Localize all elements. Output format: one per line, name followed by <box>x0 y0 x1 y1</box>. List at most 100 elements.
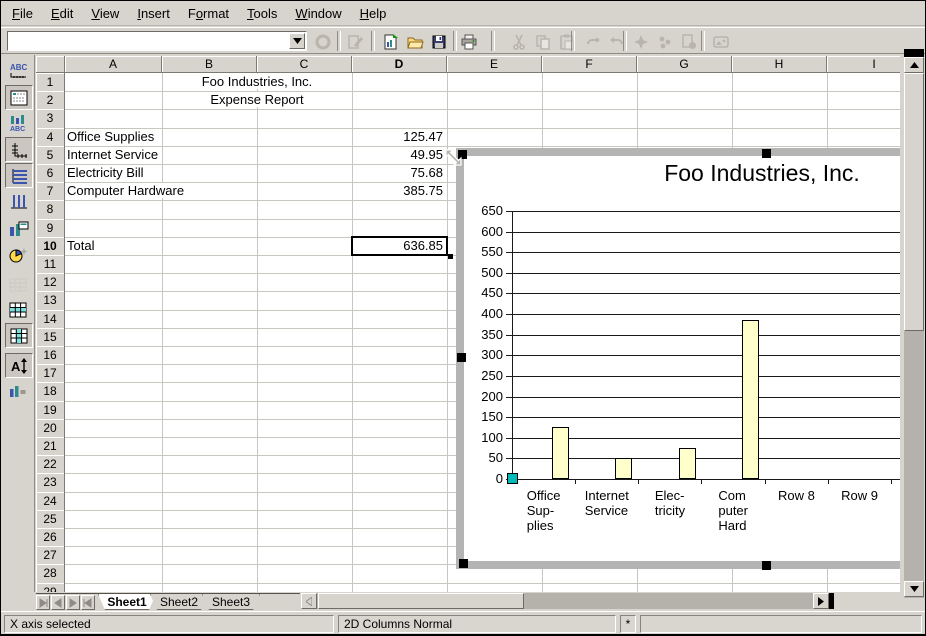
sheet-tab-sheet2[interactable]: Sheet2 <box>150 594 208 610</box>
tab-last-button[interactable] <box>81 595 95 610</box>
menu-file[interactable]: File <box>3 3 42 24</box>
vertical-grid-on-off-button[interactable] <box>5 189 31 212</box>
vertical-split-handle[interactable] <box>904 49 924 57</box>
vertical-scrollbar-thumb[interactable] <box>904 73 924 331</box>
cell-A10[interactable]: Total <box>65 237 162 255</box>
chart-frame-handle[interactable] <box>762 149 771 158</box>
row-header-20[interactable]: 20 <box>36 419 65 438</box>
row-header-17[interactable]: 17 <box>36 364 65 383</box>
row-header-29[interactable]: 29 <box>36 583 65 592</box>
autoformat-chart-button[interactable] <box>5 243 31 266</box>
column-header-H[interactable]: H <box>732 56 827 73</box>
scale-text-button[interactable]: A <box>5 353 33 378</box>
axes-titles-on-off-button[interactable]: ABC <box>5 111 31 134</box>
open-icon[interactable] <box>405 32 425 51</box>
row-header-3[interactable]: 3 <box>36 109 65 128</box>
edit-chart-type-button[interactable] <box>5 217 31 240</box>
row-header-2[interactable]: 2 <box>36 91 65 110</box>
vertical-scrollbar[interactable] <box>904 49 924 598</box>
data-in-columns-button[interactable] <box>5 323 33 348</box>
row-header-8[interactable]: 8 <box>36 200 65 219</box>
row-header-24[interactable]: 24 <box>36 492 65 511</box>
cell-D5[interactable]: 49.95 <box>352 146 447 164</box>
row-header-28[interactable]: 28 <box>36 564 65 583</box>
scroll-up-button[interactable] <box>904 57 924 73</box>
row-header-10[interactable]: 10 <box>36 237 65 256</box>
row-header-4[interactable]: 4 <box>36 128 65 147</box>
row-header-9[interactable]: 9 <box>36 219 65 238</box>
y-axis-line[interactable] <box>512 211 513 480</box>
row-header-7[interactable]: 7 <box>36 182 65 201</box>
bar-internet-service[interactable] <box>615 458 632 479</box>
menu-format[interactable]: Format <box>179 3 238 24</box>
select-all-corner[interactable] <box>36 56 65 73</box>
row-header-18[interactable]: 18 <box>36 382 65 401</box>
menu-view[interactable]: View <box>82 3 128 24</box>
bar-office-supplies[interactable] <box>552 427 569 479</box>
row-header-22[interactable]: 22 <box>36 455 65 474</box>
row-header-25[interactable]: 25 <box>36 510 65 529</box>
column-header-F[interactable]: F <box>542 56 637 73</box>
print-icon[interactable] <box>459 32 479 51</box>
horizontal-scrollbar[interactable] <box>301 593 834 609</box>
tab-prev-button[interactable] <box>51 595 65 610</box>
bar-electricity[interactable] <box>679 448 696 479</box>
row-header-1[interactable]: 1 <box>36 73 65 92</box>
column-header-G[interactable]: G <box>637 56 732 73</box>
reorganize-chart-button[interactable] <box>5 378 31 401</box>
chart-title[interactable]: Foo Industries, Inc. <box>456 160 900 190</box>
legend-on-off-button[interactable] <box>5 85 33 110</box>
cell-D6[interactable]: 75.68 <box>352 164 447 182</box>
row-header-15[interactable]: 15 <box>36 328 65 347</box>
row-header-21[interactable]: 21 <box>36 437 65 456</box>
column-header-E[interactable]: E <box>447 56 542 73</box>
save-icon[interactable] <box>429 32 449 51</box>
cell-B1[interactable]: Foo Industries, Inc. <box>162 73 352 91</box>
row-header-27[interactable]: 27 <box>36 546 65 565</box>
sheet-tab-sheet1[interactable]: Sheet1 <box>98 594 156 610</box>
url-combobox[interactable] <box>7 31 307 51</box>
titles-on-off-button[interactable]: ABC <box>5 59 31 82</box>
horizontal-split-handle[interactable] <box>829 593 834 609</box>
cell-D7[interactable]: 385.75 <box>352 182 447 200</box>
column-header-C[interactable]: C <box>257 56 352 73</box>
cell-D4[interactable]: 125.47 <box>352 128 447 146</box>
url-dropdown-button[interactable] <box>289 33 305 49</box>
row-header-19[interactable]: 19 <box>36 401 65 420</box>
cell-cursor-D10[interactable] <box>351 236 448 256</box>
x-axis-line[interactable] <box>512 479 900 480</box>
menu-help[interactable]: Help <box>351 3 396 24</box>
axes-on-off-button[interactable] <box>5 137 33 162</box>
tab-next-button[interactable] <box>66 595 80 610</box>
row-header-6[interactable]: 6 <box>36 164 65 183</box>
column-header-D[interactable]: D <box>352 56 447 73</box>
horizontal-scrollbar-thumb[interactable] <box>318 593 524 609</box>
column-header-B[interactable]: B <box>162 56 257 73</box>
row-header-11[interactable]: 11 <box>36 255 65 274</box>
column-header-A[interactable]: A <box>65 56 162 73</box>
tab-first-button[interactable] <box>36 595 50 610</box>
chart-frame-handle[interactable] <box>457 353 466 362</box>
bar-computer-hard[interactable] <box>742 320 759 479</box>
menu-insert[interactable]: Insert <box>128 3 179 24</box>
cell-A5[interactable]: Internet Service <box>65 146 162 164</box>
x-axis-selection-handle[interactable] <box>507 473 518 484</box>
menu-tools[interactable]: Tools <box>238 3 286 24</box>
horizontal-grid-on-off-button[interactable] <box>5 163 33 188</box>
row-header-13[interactable]: 13 <box>36 291 65 310</box>
row-header-5[interactable]: 5 <box>36 146 65 165</box>
cell-A4[interactable]: Office Supplies <box>65 128 162 146</box>
row-header-12[interactable]: 12 <box>36 273 65 292</box>
url-input[interactable] <box>9 33 291 51</box>
menu-edit[interactable]: Edit <box>42 3 82 24</box>
cell-A7[interactable]: Computer Hardware <box>65 182 162 200</box>
menu-window[interactable]: Window <box>286 3 350 24</box>
scroll-down-button[interactable] <box>904 581 924 597</box>
scroll-right-button[interactable] <box>813 593 829 609</box>
row-header-14[interactable]: 14 <box>36 310 65 329</box>
scroll-left-button[interactable] <box>301 593 317 609</box>
chart-frame-handle[interactable] <box>459 559 468 568</box>
sheet-tab-sheet3[interactable]: Sheet3 <box>202 594 260 610</box>
row-header-26[interactable]: 26 <box>36 528 65 547</box>
new-document-icon[interactable] <box>381 32 401 51</box>
